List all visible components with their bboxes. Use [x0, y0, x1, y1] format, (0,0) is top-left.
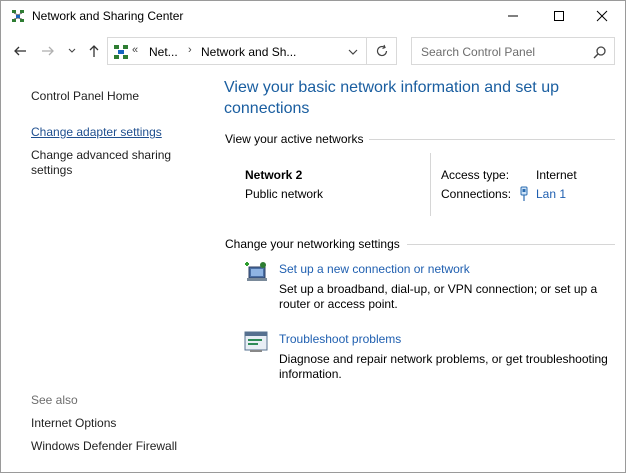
network-name: Network 2: [245, 168, 303, 182]
troubleshoot-icon: [244, 331, 268, 352]
connection-lan-link[interactable]: Lan 1: [536, 187, 566, 202]
ethernet-icon: [520, 186, 528, 201]
title-bar[interactable]: Network and Sharing Center: [1, 1, 625, 31]
change-advanced-sharing-link[interactable]: Change advanced sharing: [31, 148, 171, 163]
network-location-icon: [114, 45, 128, 59]
window-title: Network and Sharing Center: [32, 9, 184, 23]
control-panel-home-link[interactable]: Control Panel Home: [31, 89, 139, 104]
forward-button[interactable]: [39, 42, 57, 60]
section-divider: [369, 139, 615, 140]
network-type[interactable]: Public network: [245, 187, 323, 202]
address-bar[interactable]: « Net... › Network and Sh...: [107, 37, 367, 65]
up-arrow-icon: [89, 45, 99, 57]
breadcrumb-overflow[interactable]: «: [132, 44, 138, 56]
active-networks-title: View your active networks: [225, 132, 364, 146]
minimize-icon: [508, 15, 518, 17]
search-input[interactable]: Search Control Panel: [421, 45, 535, 59]
breadcrumb-separator: ›: [188, 44, 192, 56]
access-type-label: Access type:: [441, 168, 510, 182]
change-adapter-settings-link[interactable]: Change adapter settings: [31, 125, 162, 140]
search-box[interactable]: Search Control Panel: [411, 37, 615, 65]
back-button[interactable]: [11, 42, 29, 60]
new-connection-icon: [245, 262, 267, 281]
minimize-button[interactable]: [490, 1, 536, 31]
chevron-down-icon[interactable]: [345, 44, 361, 60]
internet-options-link[interactable]: Internet Options: [31, 416, 116, 431]
maximize-icon: [554, 11, 564, 21]
page-title: View your basic network information and …: [224, 79, 559, 117]
breadcrumb-item[interactable]: Net...: [149, 45, 178, 59]
windows-defender-firewall-link[interactable]: Windows Defender Firewall: [31, 439, 177, 454]
change-advanced-sharing-link-cont[interactable]: settings: [31, 163, 72, 178]
refresh-icon: [376, 44, 387, 57]
connections-label: Connections:: [441, 187, 512, 201]
refresh-button[interactable]: [367, 37, 397, 65]
back-arrow-icon: [14, 46, 26, 56]
navigation-bar: « Net... › Network and Sh... Search Cont…: [1, 34, 625, 70]
network-icon: [12, 10, 24, 22]
maximize-button[interactable]: [536, 1, 582, 31]
close-icon: [596, 10, 608, 22]
window: Network and Sharing Center « Net... › Ne…: [0, 0, 626, 473]
change-settings-title: Change your networking settings: [225, 237, 400, 251]
forward-arrow-icon: [42, 46, 54, 56]
see-also-label: See also: [31, 393, 78, 407]
recent-locations-button[interactable]: [65, 42, 79, 60]
troubleshoot-problems-link[interactable]: Troubleshoot problems: [279, 332, 401, 347]
section-divider: [407, 244, 615, 245]
chevron-down-icon: [68, 48, 76, 53]
close-button[interactable]: [579, 1, 625, 31]
breadcrumb-item[interactable]: Network and Sh...: [201, 45, 296, 59]
up-button[interactable]: [85, 42, 103, 60]
setup-new-connection-description: Set up a broadband, dial-up, or VPN conn…: [279, 282, 598, 311]
setup-new-connection-link[interactable]: Set up a new connection or network: [279, 262, 470, 277]
access-type-value: Internet: [536, 168, 577, 182]
troubleshoot-problems-description: Diagnose and repair network problems, or…: [279, 352, 608, 381]
network-divider: [430, 153, 431, 216]
search-icon[interactable]: [592, 44, 608, 60]
